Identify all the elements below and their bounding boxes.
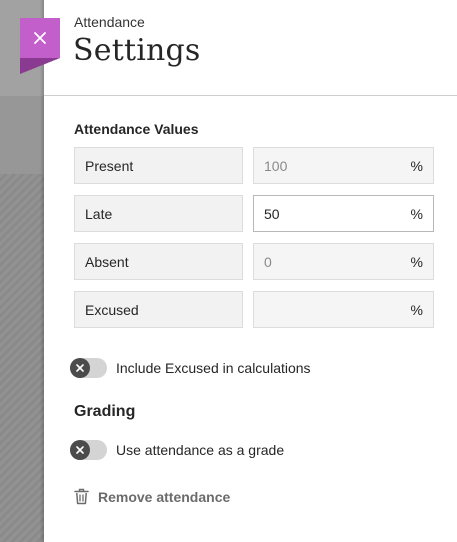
remove-attendance-label: Remove attendance [98, 488, 231, 505]
value-label: Excused [74, 291, 243, 328]
grading-heading: Grading [74, 403, 136, 420]
late-value-input[interactable] [264, 205, 384, 222]
include-excused-label: Include Excused in calculations [116, 360, 311, 376]
attendance-values-heading: Attendance Values [74, 121, 199, 137]
percent-unit: % [410, 253, 423, 270]
x-icon [76, 364, 84, 372]
value-field-excused: % [253, 291, 434, 328]
x-icon [76, 446, 84, 454]
background-band [0, 96, 44, 174]
percent-unit: % [410, 301, 423, 318]
use-as-grade-toggle[interactable] [70, 440, 107, 460]
trash-icon [74, 488, 89, 505]
remove-attendance-button[interactable]: Remove attendance [74, 488, 230, 505]
value-text: 100 [264, 157, 288, 174]
value-label: Absent [74, 243, 243, 280]
toggle-off-knob [70, 358, 90, 378]
value-row-present: Present 100 % [74, 147, 434, 184]
grade-setting: Use attendance as a grade [70, 439, 284, 461]
page-title: Settings [73, 33, 201, 68]
include-excused-setting: Include Excused in calculations [70, 357, 311, 379]
value-field-present: 100 % [253, 147, 434, 184]
close-icon [34, 32, 46, 44]
value-row-excused: Excused % [74, 291, 434, 328]
toggle-off-knob [70, 440, 90, 460]
use-as-grade-label: Use attendance as a grade [116, 442, 285, 458]
close-tab-fold [20, 58, 60, 74]
header-divider [44, 95, 457, 96]
value-label: Present [74, 147, 243, 184]
value-row-absent: Absent 0 % [74, 243, 434, 280]
panel-subtitle: Attendance [74, 14, 145, 30]
value-row-late: Late % [74, 195, 434, 232]
background-band [0, 174, 44, 542]
background-page [0, 0, 44, 542]
value-field-late[interactable]: % [253, 195, 434, 232]
percent-unit: % [410, 157, 423, 174]
percent-unit: % [410, 205, 423, 222]
close-button[interactable] [20, 18, 60, 58]
value-label: Late [74, 195, 243, 232]
value-field-absent: 0 % [253, 243, 434, 280]
value-text: 0 [264, 253, 272, 270]
include-excused-toggle[interactable] [70, 358, 107, 378]
